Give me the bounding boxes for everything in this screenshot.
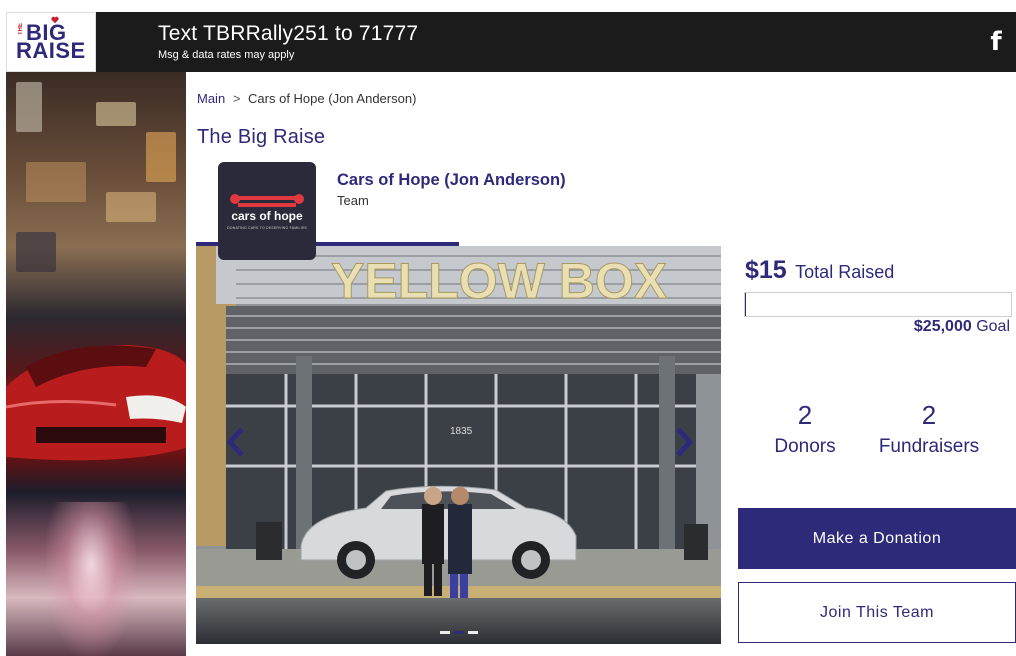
breadcrumb-separator: >	[232, 91, 241, 106]
slider-dot[interactable]	[440, 631, 450, 634]
photo-slider[interactable]: YELLOW BOX 1835	[196, 246, 721, 644]
logo-stripe-bottom	[238, 203, 296, 207]
team-logo: cars of hope DONATING CARS TO DESERVING …	[218, 162, 316, 260]
goal-amount: $25,000	[913, 318, 972, 335]
breadcrumb-current: Cars of Hope (Jon Anderson)	[248, 91, 417, 106]
slider-dots	[440, 631, 478, 634]
make-donation-button[interactable]: Make a Donation	[738, 508, 1016, 569]
chevron-left-icon	[226, 427, 244, 457]
logo-stripe-top	[238, 196, 296, 200]
top-bar	[0, 0, 1016, 72]
slider-dot[interactable]	[468, 631, 478, 634]
breadcrumb-main-link[interactable]: Main	[197, 91, 225, 106]
goal-label: Goal	[976, 318, 1010, 335]
organization-title: The Big Raise	[197, 126, 326, 148]
donors-count: 2	[797, 400, 813, 430]
donors-stat: 2 Donors	[760, 400, 850, 458]
join-team-button[interactable]: Join This Team	[738, 582, 1016, 643]
logo-prefix: THE	[18, 23, 24, 35]
team-logo-name: cars of hope	[231, 209, 303, 223]
logo-dot-right	[294, 194, 304, 204]
total-raised-amount: $15	[745, 256, 787, 284]
text-to-give-promo: Text TBRRally251 to 71777 Msg & data rat…	[158, 22, 418, 61]
breadcrumb: Main > Cars of Hope (Jon Anderson)	[197, 91, 416, 106]
fundraisers-label: Fundraisers	[878, 436, 980, 457]
promo-subtext: Msg & data rates may apply	[158, 49, 295, 61]
team-name: Cars of Hope (Jon Anderson)	[337, 171, 566, 189]
slider-dot-active[interactable]	[454, 631, 464, 634]
fundraisers-count: 2	[921, 400, 937, 430]
total-raised-label: Total Raised	[795, 262, 895, 282]
total-raised: $15 Total Raised	[745, 256, 894, 285]
team-photo: YELLOW BOX 1835	[196, 246, 721, 644]
donors-label: Donors	[774, 436, 836, 457]
slider-next-button[interactable]	[672, 425, 696, 459]
team-type: Team	[337, 193, 369, 208]
progress-bar	[744, 292, 1012, 317]
chevron-right-icon	[676, 427, 694, 457]
yellow-box-sign: YELLOW BOX	[331, 253, 667, 309]
logo-line-2: RAISE	[16, 38, 86, 63]
facebook-icon[interactable]: f	[984, 28, 1008, 56]
goal: $25,000 Goal	[914, 318, 1010, 336]
fundraisers-stat: 2 Fundraisers	[866, 400, 992, 458]
building-number: 1835	[450, 426, 473, 437]
slider-prev-button[interactable]	[224, 425, 248, 459]
site-logo[interactable]: THE BIG RAISE	[6, 12, 96, 72]
team-logo-tagline: DONATING CARS TO DESERVING FAMILIES	[227, 226, 307, 230]
promo-text: Text TBRRally251 to 71777	[158, 22, 419, 45]
background-image	[6, 72, 186, 656]
